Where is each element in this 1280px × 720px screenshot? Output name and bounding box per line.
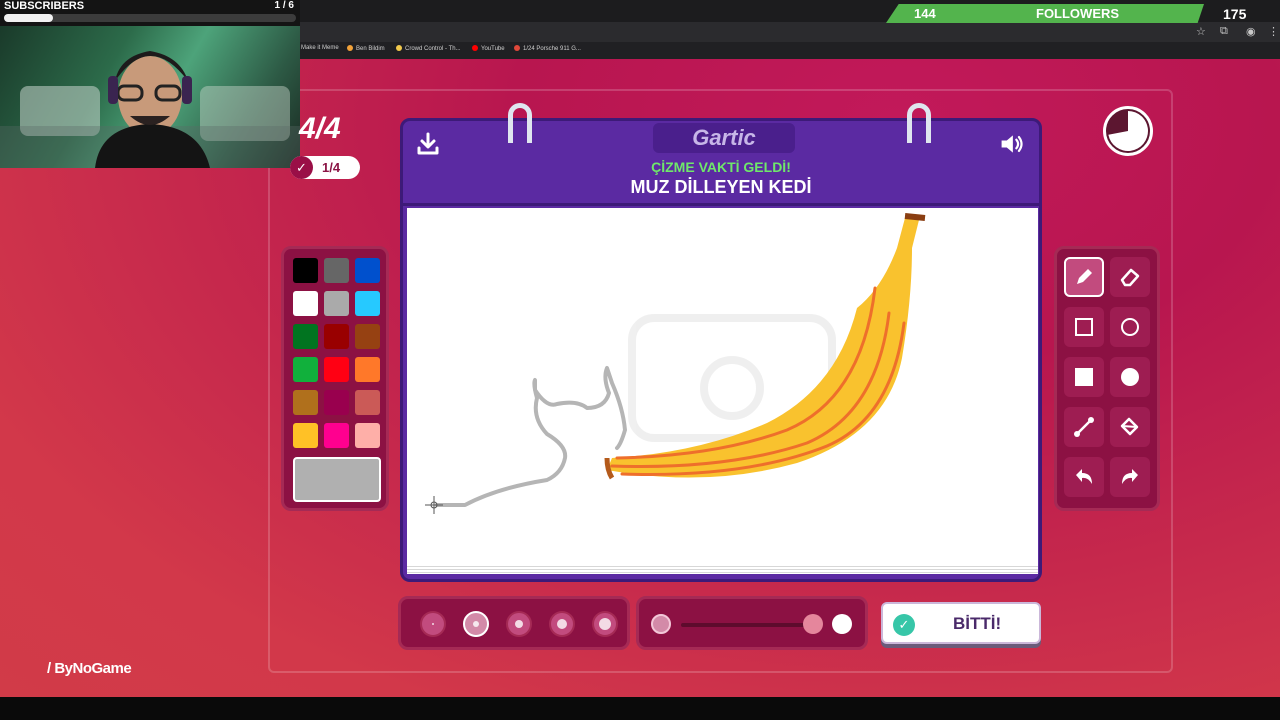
brush-size-3-button[interactable]: [506, 611, 532, 637]
color-palette: [281, 246, 389, 511]
circle-outline-tool-button[interactable]: [1110, 307, 1150, 347]
bookmark-item[interactable]: YouTube: [472, 45, 505, 52]
bookmark-icon: [396, 45, 402, 51]
profile-icon[interactable]: ◉: [1246, 25, 1256, 38]
brush-size-5-button[interactable]: [592, 611, 618, 637]
undo-icon: [1076, 469, 1092, 484]
followers-goal: 144 FOLLOWERS 175: [886, 4, 1278, 23]
binder-ring-left: [508, 103, 532, 143]
followers-current: 144: [914, 6, 936, 21]
rectangle-fill-icon: [1075, 368, 1093, 386]
pencil-icon: [1077, 269, 1092, 284]
round-counter: 4/4: [299, 112, 341, 145]
color-swatch[interactable]: [293, 324, 318, 349]
done-button-label: BİTTİ!: [953, 614, 1002, 633]
timer-icon: [1103, 106, 1153, 156]
opacity-min-icon: [651, 614, 671, 634]
color-swatch[interactable]: [293, 390, 318, 415]
brush-size-panel: [398, 596, 630, 650]
timer-remaining: [1108, 111, 1148, 151]
current-color-preview: [293, 457, 381, 502]
subscribers-goal: SUBSCRIBERS 1 / 6: [0, 0, 300, 26]
eraser-tool-button[interactable]: [1110, 257, 1150, 297]
color-swatch[interactable]: [355, 390, 380, 415]
circle-fill-icon: [1121, 368, 1139, 386]
eraser-icon: [1120, 268, 1140, 287]
color-swatch[interactable]: [293, 423, 318, 448]
check-icon: ✓: [893, 614, 915, 636]
webcam-feed: [0, 26, 300, 168]
bookmark-item[interactable]: Make it Meme: [301, 45, 339, 51]
circle-outline-icon: [1121, 318, 1139, 336]
circle-fill-tool-button[interactable]: [1110, 357, 1150, 397]
sub-round-label: 1/4: [322, 160, 341, 175]
subscribers-progress-bar: [4, 14, 296, 22]
redo-icon: [1122, 469, 1138, 484]
download-icon[interactable]: [415, 131, 441, 157]
color-swatch[interactable]: [324, 258, 349, 283]
subscribers-label: SUBSCRIBERS: [4, 0, 85, 12]
star-icon[interactable]: ☆: [1196, 25, 1206, 38]
drawing-canvas[interactable]: [407, 208, 1038, 564]
redo-button[interactable]: [1110, 457, 1150, 497]
pencil-tool-button[interactable]: [1064, 257, 1104, 297]
color-swatch[interactable]: [324, 324, 349, 349]
extensions-icon[interactable]: ⧉: [1220, 25, 1228, 38]
color-swatch[interactable]: [324, 390, 349, 415]
menu-icon[interactable]: ⋮: [1268, 25, 1279, 38]
bookmark-item[interactable]: Crowd Control - Th...: [396, 45, 461, 52]
done-button[interactable]: ✓ BİTTİ!: [881, 602, 1041, 644]
rectangle-fill-tool-button[interactable]: [1064, 357, 1104, 397]
rectangle-outline-tool-button[interactable]: [1064, 307, 1104, 347]
subscribers-count: 1 / 6: [274, 0, 294, 11]
line-icon: [1074, 417, 1094, 437]
subscribers-progress-fill: [4, 14, 53, 22]
check-icon: ✓: [290, 156, 313, 179]
color-swatch[interactable]: [355, 258, 380, 283]
color-swatch[interactable]: [355, 423, 380, 448]
bookmark-icon: [514, 45, 520, 51]
sub-round-badge: ✓ 1/4: [290, 156, 360, 179]
color-swatch[interactable]: [293, 357, 318, 382]
brush-size-1-button[interactable]: [420, 611, 446, 637]
color-swatch[interactable]: [324, 357, 349, 382]
color-swatch[interactable]: [324, 291, 349, 316]
bookmark-icon: [347, 45, 353, 51]
prompt-header: Gartic ÇİZME VAKTİ GELDİ! MUZ DİLLEYEN K…: [400, 118, 1042, 206]
color-swatch[interactable]: [355, 324, 380, 349]
opacity-panel: [636, 596, 868, 650]
channel-watermark: / ByNoGame: [47, 660, 132, 677]
speaker-icon[interactable]: [999, 131, 1025, 157]
drawing-card: [400, 206, 1042, 582]
youtube-icon: [472, 45, 478, 51]
prompt-text: MUZ DİLLEYEN KEDİ: [630, 177, 812, 197]
brush-size-2-button[interactable]: [463, 611, 489, 637]
opacity-max-icon: [832, 614, 852, 634]
cat-drawing: [425, 366, 627, 514]
color-swatch[interactable]: [355, 357, 380, 382]
paper-edge: [407, 564, 1038, 574]
gartic-logo: Gartic: [653, 123, 795, 153]
color-swatch[interactable]: [324, 423, 349, 448]
brush-size-4-button[interactable]: [549, 611, 575, 637]
opacity-slider-handle[interactable]: [803, 614, 823, 634]
binder-ring-right: [907, 103, 931, 143]
followers-label: FOLLOWERS: [1036, 6, 1120, 21]
bookmark-item[interactable]: Ben Bildim: [347, 45, 385, 52]
fill-bucket-icon: [1120, 417, 1139, 436]
opacity-slider-track[interactable]: [681, 623, 819, 627]
color-swatch[interactable]: [355, 291, 380, 316]
color-swatch[interactable]: [293, 291, 318, 316]
line-tool-button[interactable]: [1064, 407, 1104, 447]
bottom-bar: [0, 697, 1280, 720]
prompt-subtitle: ÇİZME VAKTİ GELDİ!: [651, 159, 791, 175]
bookmark-item[interactable]: 1/24 Porsche 911 G...: [514, 45, 581, 52]
tool-panel: [1054, 246, 1160, 511]
color-swatch[interactable]: [293, 258, 318, 283]
undo-button[interactable]: [1064, 457, 1104, 497]
fill-tool-button[interactable]: [1110, 407, 1150, 447]
rectangle-outline-icon: [1075, 318, 1093, 336]
followers-goal-count: 175: [1223, 6, 1247, 22]
